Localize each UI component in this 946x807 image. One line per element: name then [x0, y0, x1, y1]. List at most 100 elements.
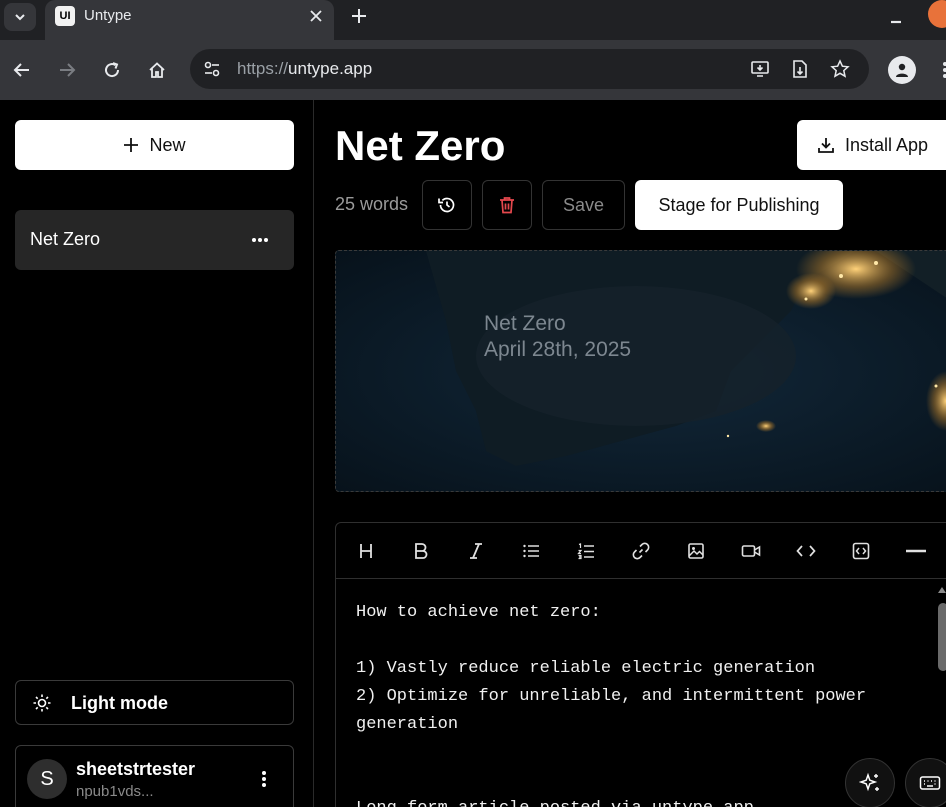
cover-title: Net Zero — [484, 312, 566, 335]
link-icon — [632, 542, 650, 560]
url-text: https://untype.app — [237, 59, 372, 79]
bullet-list-icon — [523, 544, 539, 558]
save-button[interactable]: Save — [542, 180, 625, 230]
scroll-up-arrow-icon[interactable] — [937, 585, 946, 595]
home-button[interactable] — [144, 57, 170, 83]
video-button[interactable] — [739, 539, 763, 563]
arrow-right-icon — [60, 63, 76, 77]
reload-button[interactable] — [99, 57, 125, 83]
profile-button[interactable] — [888, 56, 916, 84]
new-tab-button[interactable] — [347, 4, 371, 28]
tune-icon — [204, 61, 220, 77]
tab-search-button[interactable] — [4, 3, 36, 31]
home-icon — [149, 62, 165, 78]
arrow-left-icon — [13, 63, 29, 77]
numbered-list-button[interactable] — [574, 539, 598, 563]
keyboard-button[interactable] — [905, 758, 946, 807]
code-block-button[interactable] — [849, 539, 873, 563]
ai-assist-button[interactable] — [845, 758, 895, 807]
history-icon — [438, 197, 455, 213]
new-document-label: New — [149, 134, 186, 155]
image-button[interactable] — [684, 539, 708, 563]
horizontal-rule-button[interactable] — [904, 539, 928, 563]
browser-tab[interactable]: UI Untype — [45, 0, 334, 40]
word-count: 25 words — [335, 194, 409, 214]
more-horizontal-icon — [252, 238, 268, 242]
code-button[interactable] — [794, 539, 818, 563]
editor-toolbar — [336, 523, 946, 579]
plus-icon — [352, 9, 366, 23]
extension-badge-icon[interactable] — [928, 0, 946, 28]
editor-line: 1) Vastly reduce reliable electric gener… — [356, 659, 816, 678]
untype-favicon-icon: UI — [55, 6, 75, 26]
star-icon — [830, 59, 850, 78]
more-vertical-icon — [262, 771, 266, 787]
heading-icon — [360, 544, 372, 558]
editor-line: How to achieve net zero: — [356, 603, 601, 622]
download-icon — [818, 138, 834, 153]
more-vertical-icon — [943, 62, 946, 78]
page-title: Net Zero — [335, 122, 506, 169]
history-button[interactable] — [422, 180, 472, 230]
reload-icon — [105, 62, 120, 78]
earth-night-image — [336, 251, 946, 491]
code-icon — [796, 545, 816, 557]
sparkles-icon — [859, 772, 879, 792]
install-page-button[interactable] — [748, 57, 772, 81]
sidebar-item-label: Net Zero — [30, 229, 101, 249]
italic-icon — [470, 543, 482, 559]
url-host: untype.app — [288, 59, 373, 78]
user-account-card[interactable]: S sheetstrtester npub1vds... — [15, 745, 294, 807]
bookmark-button[interactable] — [828, 57, 852, 81]
new-document-button[interactable]: New — [15, 120, 294, 170]
tab-title: Untype — [84, 7, 132, 24]
chevron-down-icon — [15, 14, 25, 21]
user-name: sheetstrtester — [76, 759, 196, 779]
site-info-button[interactable] — [200, 57, 224, 81]
editor-main: Net Zero Install App 25 words Save Stage… — [315, 100, 946, 807]
light-mode-label: Light mode — [71, 693, 168, 713]
horizontal-rule-icon — [906, 549, 926, 553]
plus-icon — [124, 138, 139, 152]
save-page-button[interactable] — [788, 57, 812, 81]
code-block-icon — [852, 542, 870, 560]
install-desktop-icon — [751, 61, 769, 77]
scrollbar-thumb[interactable] — [938, 603, 946, 671]
install-app-button[interactable]: Install App — [797, 120, 946, 170]
light-mode-toggle[interactable]: Light mode — [15, 680, 294, 725]
person-icon — [896, 63, 908, 77]
bold-icon — [415, 543, 428, 559]
sidebar-item-net-zero[interactable]: Net Zero — [15, 210, 294, 270]
browser-toolbar: https://untype.app — [0, 40, 946, 100]
file-download-icon — [793, 60, 807, 78]
close-icon — [310, 10, 322, 22]
image-icon — [688, 543, 704, 559]
trash-icon — [500, 197, 514, 214]
window-minimize-button[interactable] — [886, 8, 906, 28]
editor-line: 2) Optimize for unreliable, and intermit… — [356, 687, 877, 734]
browser-menu-button[interactable] — [940, 60, 946, 80]
cover-image[interactable]: Net Zero April 28th, 2025 — [335, 250, 946, 492]
stage-for-publishing-button[interactable]: Stage for Publishing — [635, 180, 843, 230]
cover-date: April 28th, 2025 — [484, 338, 632, 361]
tab-close-button[interactable] — [306, 6, 326, 26]
back-button[interactable] — [9, 57, 35, 83]
delete-button[interactable] — [482, 180, 532, 230]
link-button[interactable] — [629, 539, 653, 563]
italic-button[interactable] — [464, 539, 488, 563]
minimize-icon — [891, 20, 901, 24]
user-menu-button[interactable] — [259, 768, 269, 790]
video-icon — [741, 545, 761, 557]
bullet-list-button[interactable] — [519, 539, 543, 563]
url-scheme: https:// — [237, 59, 289, 78]
bold-button[interactable] — [409, 539, 433, 563]
heading-button[interactable] — [354, 539, 378, 563]
numbered-list-icon — [577, 543, 594, 560]
install-app-label: Install App — [845, 134, 929, 155]
document-options-button[interactable] — [248, 230, 272, 250]
address-bar[interactable]: https://untype.app — [190, 49, 869, 89]
keyboard-icon — [919, 776, 941, 790]
forward-button[interactable] — [54, 57, 80, 83]
